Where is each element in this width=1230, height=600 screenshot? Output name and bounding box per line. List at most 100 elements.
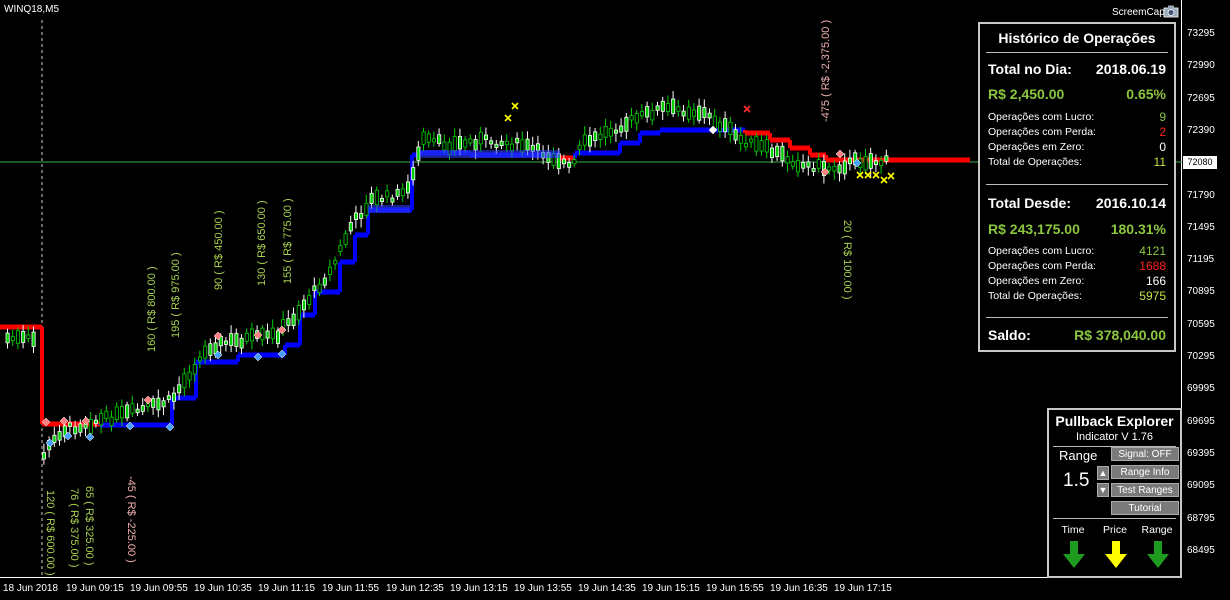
candle-body [114,406,119,420]
candle-body [156,397,161,411]
saldo-value: R$ 378,040.00 [1074,327,1166,343]
candle-body [733,129,738,141]
time-axis-label: 19 Jun 13:55 [514,583,572,594]
since-total-amount: R$ 243,175.00 [988,221,1080,237]
candle-body [816,159,821,169]
candle-body [275,330,280,344]
stat-value: 2 [1159,125,1166,139]
candle-body [478,131,483,145]
tutorial-button[interactable]: Tutorial [1111,501,1179,515]
candle-body [686,106,691,120]
screencap-label[interactable]: ScreemCap [1112,7,1165,18]
stat-label: Operações em Zero: [988,141,1085,153]
stat-label: Total de Operações: [988,290,1082,302]
candle-body [764,139,769,153]
candle-body [754,136,759,152]
candle-body [348,222,353,232]
candle-body [369,192,374,205]
candle-body [572,159,577,165]
candle-body [286,318,291,326]
candle-body [99,413,104,426]
camera-icon[interactable] [1163,4,1179,18]
candle-body [78,423,83,433]
candle-body [26,334,31,340]
candle-body [629,115,634,121]
candle-body [182,373,187,389]
candle-body [811,167,816,172]
price-axis-label: 72390 [1187,124,1215,136]
candle-body [790,161,795,167]
candle-body [203,345,208,359]
candle-body [619,125,624,133]
candle-body [364,202,369,216]
chart-window[interactable]: WINQ18,M5 ScreemCap 73295 72990 72695 72390… [0,0,1230,600]
trade-marker-icon [85,432,95,442]
price-axis-label: 68495 [1187,544,1215,556]
candle-body [614,129,619,134]
signal-toggle-button[interactable]: Signal: OFF [1111,447,1179,461]
candle-body [166,395,171,400]
trade-result-label: 195 ( R$ 975.00 ) [170,252,182,338]
range-up-button[interactable]: ▲ [1097,466,1109,480]
candle-body [692,109,697,117]
candle-body [10,336,15,341]
candle-body [421,131,426,145]
candle-body [697,105,702,121]
candle-body [707,112,712,119]
candle-body [171,392,176,402]
candle-body [718,121,723,132]
candle-body [770,147,775,158]
candle-body [868,153,873,169]
stat-value: 9 [1159,110,1166,124]
stat-label: Operações em Zero: [988,275,1085,287]
price-axis-label: 69095 [1187,480,1215,492]
candle-body [848,157,853,165]
candle-body [333,260,338,265]
day-total-percent: 0.65% [1126,86,1166,102]
candle-body [21,331,26,343]
price-label: Price [1103,524,1127,536]
range-info-button[interactable]: Range Info [1111,465,1179,479]
trade-result-label: -475 ( R$ -2,375.00 ) [820,19,832,122]
candle-body [57,431,62,441]
candle-body [536,143,541,151]
trade-result-label: 20 ( R$ 100.00 ) [841,220,853,300]
price-axis-label: 72990 [1187,60,1215,72]
candle-body [416,146,421,161]
candle-body [759,140,764,152]
stat-value: 166 [1145,274,1166,288]
range-label: Range [1059,448,1098,463]
candle-body [577,144,582,150]
candle-body [177,384,182,394]
history-panel: Histórico de Operações Total no Dia: 201… [978,22,1176,352]
candle-body [307,294,312,306]
range-down-button[interactable]: ▼ [1097,483,1109,497]
candle-body [431,138,436,143]
candle-body [426,133,431,143]
price-axis-label: 69995 [1187,383,1215,395]
candle-body [624,116,629,132]
since-total-date: 2016.10.14 [1095,195,1166,211]
candle-body [796,160,801,173]
candle-body [744,143,749,148]
range-down-arrow-icon [1147,541,1169,568]
test-ranges-button[interactable]: Test Ranges [1111,483,1179,497]
pullback-explorer-panel: Pullback Explorer Indicator V 1.76 Range… [1047,408,1182,578]
candle-body [140,405,145,412]
stat-label: Total de Operações: [988,156,1082,168]
candle-body [223,340,228,345]
time-axis-label: 19 Jun 15:15 [642,583,700,594]
candle-body [135,408,140,414]
candle-body [837,164,842,174]
candle-body [452,136,457,151]
time-axis-label: 19 Jun 09:55 [130,583,188,594]
candle-body [827,166,832,171]
candle-body [120,405,125,419]
price-axis-label: 73295 [1187,28,1215,39]
candle-body [31,331,36,347]
range-value: 1.5 [1063,470,1090,491]
day-total-label: Total no Dia: [988,61,1072,77]
trade-result-label: 160 ( R$ 800.00 ) [146,266,158,352]
since-total-percent: 180.31% [1110,221,1166,237]
candle-body [645,106,650,118]
